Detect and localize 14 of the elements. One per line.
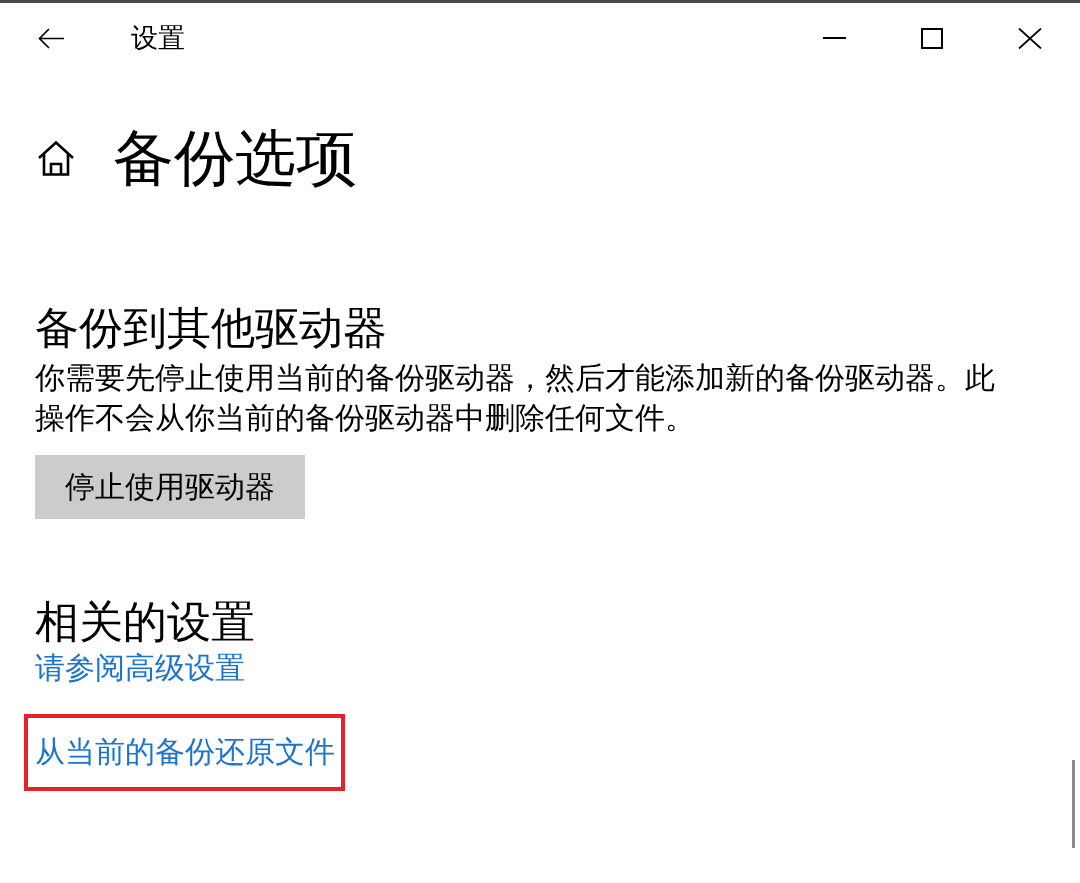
home-icon[interactable] [37, 140, 75, 176]
settings-link[interactable]: 从当前的备份还原文件 [35, 734, 335, 770]
maximize-icon [921, 27, 943, 49]
settings-link[interactable]: 请参阅高级设置 [35, 650, 245, 686]
scrollbar-thumb[interactable] [1072, 760, 1075, 848]
stop-drive-button[interactable]: 停止使用驱动器 [35, 455, 305, 519]
section-heading: 相关的设置 [35, 596, 256, 648]
close-icon [1018, 27, 1042, 49]
minimize-icon [823, 37, 846, 39]
section-heading: 备份到其他驱动器 [35, 302, 388, 354]
page-heading: 备份选项 [113, 122, 357, 194]
back-icon [38, 27, 65, 49]
window-title: 设置 [131, 21, 185, 55]
section-description: 你需要先停止使用当前的备份驱动器，然后才能添加新的备份驱动器。此操作不会从你当前的备份驱动器中删除任何文件。 [35, 359, 996, 437]
